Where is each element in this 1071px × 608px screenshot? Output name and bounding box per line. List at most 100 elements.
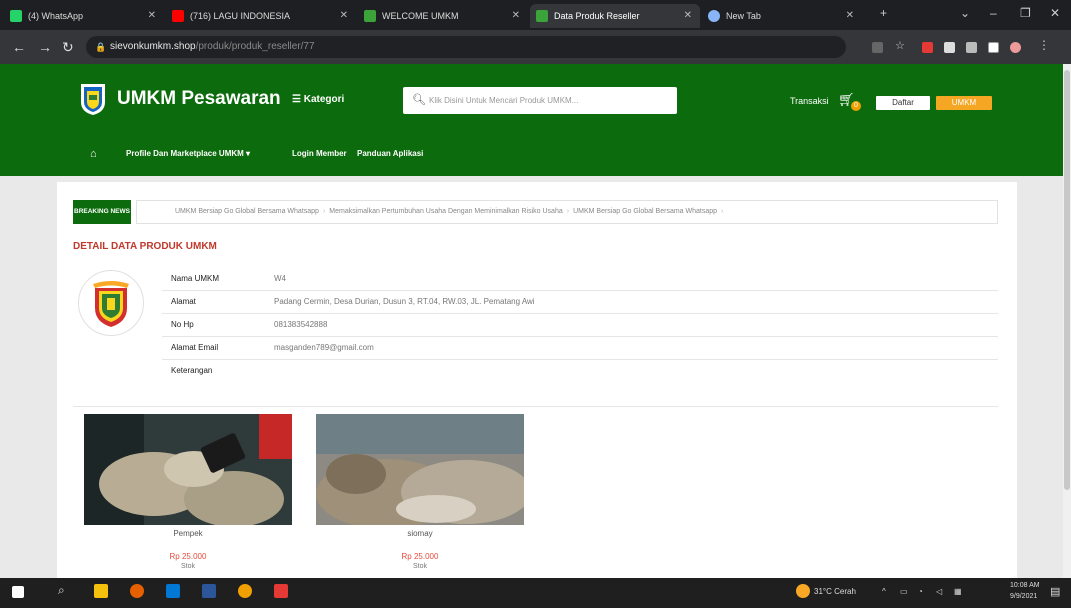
whatsapp-icon [10, 10, 22, 22]
daftar-button[interactable]: Daftar [876, 96, 930, 110]
main-nav: ⌂ Profile Dan Marketplace UMKM ▾ Login M… [0, 148, 1071, 162]
news-item[interactable]: Memaksimalkan Pertumbuhan Usaha Dengan M… [329, 208, 562, 215]
browser-tab-active[interactable]: Data Produk Reseller ✕ [530, 4, 700, 28]
maximize-icon[interactable]: ❐ [1020, 6, 1031, 20]
kategori-menu[interactable]: ☰ Kategori [292, 94, 344, 105]
globe-icon [708, 10, 720, 22]
weather-text[interactable]: 31°C Cerah [814, 587, 856, 596]
site-brand[interactable]: UMKM Pesawaran [117, 88, 281, 110]
search-placeholder: Klik Disini Untuk Mencari Produk UMKM... [429, 96, 579, 105]
detail-row: No Hp 081383542888 [162, 313, 998, 336]
news-item[interactable]: UMKM Bersiap Go Global Bersama Whatsapp [175, 208, 319, 215]
detail-value: masganden789@gmail.com [274, 343, 374, 352]
keyboard-icon[interactable]: ▦ [954, 587, 962, 596]
product-price: Rp 25.000 [169, 552, 207, 561]
notification-icon[interactable]: ▤ [1050, 585, 1060, 598]
product-name[interactable]: Pempek [84, 529, 292, 538]
url-host: sievonkumkm.shop [110, 41, 196, 52]
menu-icon[interactable]: ⋮ [1038, 38, 1050, 52]
clock-date[interactable]: 9/9/2021 [1010, 593, 1037, 600]
clock-time[interactable]: 10:08 AM [1010, 582, 1040, 589]
tab-search-icon[interactable]: ⌄ [960, 6, 970, 20]
detail-label: Alamat [171, 297, 196, 306]
news-item[interactable]: UMKM Bersiap Go Global Bersama Whatsapp [573, 208, 717, 215]
detail-row: Alamat Padang Cermin, Desa Durian, Dusun… [162, 290, 998, 313]
lock-icon: 🔒 [95, 42, 107, 52]
url-path: /produk/produk_reseller/77 [195, 41, 315, 52]
extension-icon[interactable] [922, 42, 933, 53]
pesawaran-logo-icon[interactable] [78, 82, 108, 116]
search-icon: 🔍︎ [412, 94, 426, 106]
close-icon[interactable]: ✕ [340, 4, 348, 28]
scrollbar-thumb[interactable] [1064, 70, 1070, 490]
reload-icon[interactable]: ↻ [62, 38, 74, 56]
file-explorer-icon[interactable] [94, 584, 108, 598]
kategori-label: Kategori [303, 94, 345, 105]
youtube-icon [172, 10, 184, 22]
sidebar-icon[interactable] [988, 42, 999, 53]
detail-table: Nama UMKM W4 Alamat Padang Cermin, Desa … [162, 268, 998, 382]
browser-tab[interactable]: (716) LAGU INDONESIA ✕ [166, 4, 356, 28]
search-icon[interactable]: ⌕ [58, 583, 72, 597]
share-icon[interactable] [872, 42, 883, 53]
detail-label: Alamat Email [171, 343, 219, 352]
detail-row: Keterangan [162, 359, 998, 382]
site-favicon-icon [364, 10, 376, 22]
close-icon[interactable]: ✕ [148, 4, 156, 28]
back-icon[interactable]: ← [12, 38, 26, 56]
volume-icon[interactable]: ◁ [936, 587, 942, 596]
wifi-icon[interactable]: ◔ [918, 587, 923, 596]
detail-row: Alamat Email masganden789@gmail.com [162, 336, 998, 359]
media-icon[interactable] [966, 42, 977, 53]
umkm-button[interactable]: UMKM [936, 96, 992, 110]
profile-avatar-icon[interactable] [1010, 42, 1021, 53]
nav-item-profile[interactable]: Profile Dan Marketplace UMKM ▾ [126, 149, 250, 158]
product-image[interactable] [316, 414, 524, 525]
tab-title: WELCOME UMKM [382, 11, 459, 21]
product-card[interactable]: siomay Rp 25.000 Stok [316, 414, 524, 570]
browser-tab-bar: (4) WhatsApp ✕ (716) LAGU INDONESIA ✕ WE… [0, 0, 1071, 30]
windows-start-icon[interactable] [12, 586, 24, 598]
forward-icon[interactable]: → [38, 38, 52, 56]
search-input[interactable]: 🔍︎ Klik Disini Untuk Mencari Produk UMKM… [403, 87, 677, 114]
detail-label: No Hp [171, 320, 194, 329]
close-icon[interactable]: ✕ [846, 4, 854, 28]
detail-label: Keterangan [171, 366, 213, 375]
minimize-icon[interactable]: – [990, 6, 997, 20]
tab-title: Data Produk Reseller [554, 11, 640, 21]
url-bar[interactable]: 🔒 sievonkumkm.shop/produk/produk_reselle… [86, 36, 846, 58]
new-tab-icon[interactable]: + [880, 6, 887, 20]
product-image[interactable] [84, 414, 292, 525]
puzzle-icon[interactable] [944, 42, 955, 53]
weather-icon [796, 584, 810, 598]
close-icon[interactable]: ✕ [684, 4, 692, 28]
star-icon[interactable]: ☆ [895, 39, 906, 52]
nav-item-panduan[interactable]: Panduan Aplikasi [357, 149, 423, 158]
list-icon: ☰ [292, 94, 304, 105]
tab-title: New Tab [726, 11, 761, 21]
app-icon[interactable] [274, 584, 288, 598]
detail-value: 081383542888 [274, 320, 328, 329]
detail-value: W4 [274, 274, 286, 283]
page-scrollbar[interactable] [1063, 64, 1071, 578]
browser-tab[interactable]: WELCOME UMKM ✕ [358, 4, 528, 28]
home-icon[interactable]: ⌂ [90, 148, 97, 160]
detail-label: Nama UMKM [171, 274, 220, 283]
firefox-icon[interactable] [130, 584, 144, 598]
tray-chevron-icon[interactable]: ^ [882, 587, 886, 596]
close-window-icon[interactable]: ✕ [1050, 6, 1060, 20]
nav-item-login[interactable]: Login Member [292, 149, 347, 158]
store-icon[interactable] [166, 584, 180, 598]
product-card[interactable]: Pempek Rp 25.000 Stok [84, 414, 292, 570]
detail-value: Padang Cermin, Desa Durian, Dusun 3, RT.… [274, 297, 535, 306]
word-icon[interactable] [202, 584, 216, 598]
chrome-icon[interactable] [238, 584, 252, 598]
transaksi-link[interactable]: Transaksi [790, 96, 829, 106]
close-icon[interactable]: ✕ [512, 4, 520, 28]
divider [73, 406, 998, 407]
network-icon[interactable]: ▭ [900, 587, 908, 596]
umkm-avatar [78, 270, 144, 336]
browser-tab[interactable]: (4) WhatsApp ✕ [4, 4, 164, 28]
browser-tab[interactable]: New Tab ✕ [702, 4, 862, 28]
product-name[interactable]: siomay [316, 529, 524, 538]
